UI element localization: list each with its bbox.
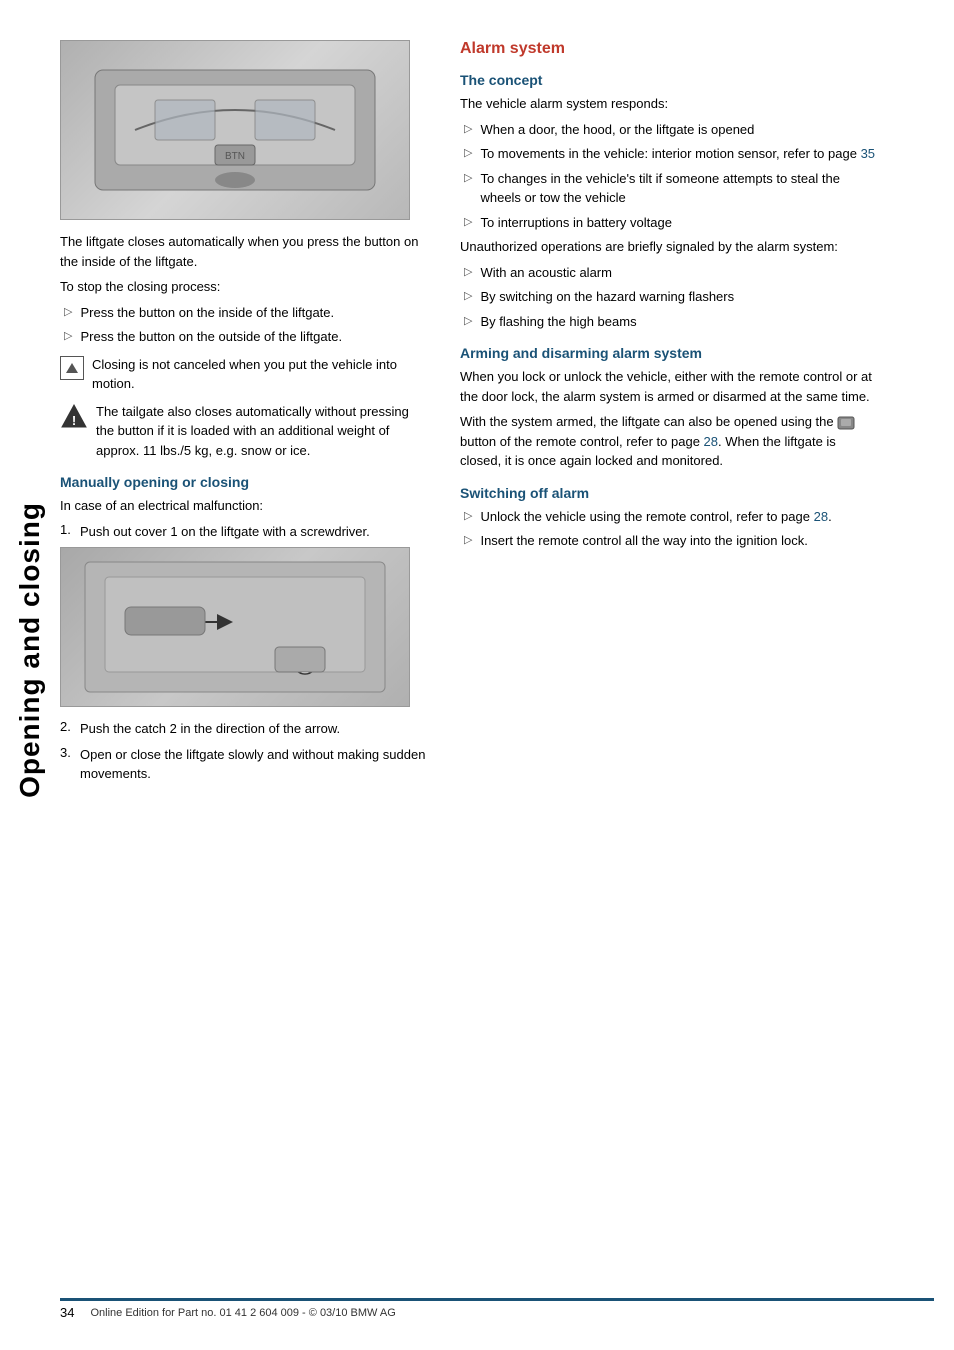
step-2: 2. Push the catch 2 in the direction of …	[60, 719, 430, 739]
signal-bullet-text-3: By flashing the high beams	[480, 312, 636, 332]
switching-bullet-2: ▷ Insert the remote control all the way …	[460, 531, 880, 551]
page-number: 34	[60, 1305, 74, 1320]
note-text-1: Closing is not canceled when you put the…	[92, 355, 430, 394]
concept-bullet-2: ▷ To movements in the vehicle: interior …	[460, 144, 880, 164]
arming-text-2: With the system armed, the liftgate can …	[460, 412, 880, 471]
warning-icon-1: !	[60, 402, 88, 430]
concept-bullet-icon-2: ▷	[464, 146, 472, 159]
step-1-num: 1.	[60, 522, 80, 542]
arming-text-1: When you lock or unlock the vehicle, eit…	[460, 367, 880, 406]
step-2-num: 2.	[60, 719, 80, 739]
signal-bullet-text-1: With an acoustic alarm	[480, 263, 612, 283]
concept-bullet-text-2: To movements in the vehicle: interior mo…	[480, 144, 875, 164]
step-3: 3. Open or close the liftgate slowly and…	[60, 745, 430, 784]
signal-bullet-text-2: By switching on the hazard warning flash…	[480, 287, 734, 307]
step-3-num: 3.	[60, 745, 80, 784]
bullet-item-1: ▷ Press the button on the inside of the …	[60, 303, 430, 323]
concept-bullet-icon-3: ▷	[464, 171, 472, 184]
bullet-icon-2: ▷	[64, 329, 72, 342]
concept-bullet-text-4: To interruptions in battery voltage	[480, 213, 672, 233]
switching-bullet-1: ▷ Unlock the vehicle using the remote co…	[460, 507, 880, 527]
switching-bullet-icon-2: ▷	[464, 533, 472, 546]
liftgate-image-bottom: 2 1	[60, 547, 410, 707]
step-1: 1. Push out cover 1 on the liftgate with…	[60, 522, 430, 542]
concept-bullet-4: ▷ To interruptions in battery voltage	[460, 213, 880, 233]
page-ref-28-arm[interactable]: 28	[704, 434, 718, 449]
concept-bullet-text-1: When a door, the hood, or the liftgate i…	[480, 120, 754, 140]
bullet-text-2: Press the button on the outside of the l…	[80, 327, 342, 347]
footer-text: Online Edition for Part no. 01 41 2 604 …	[90, 1307, 395, 1319]
main-content: BTN The liftgate closes automatically wh…	[60, 40, 940, 790]
note-triangle-icon	[66, 363, 78, 373]
page-container: Opening and closing	[0, 0, 954, 1350]
signal-bullet-icon-3: ▷	[464, 314, 472, 327]
remote-button-icon	[837, 416, 855, 430]
alarm-heading: Alarm system	[460, 40, 880, 58]
stop-process-label: To stop the closing process:	[60, 277, 430, 297]
note-icon-1	[60, 356, 84, 380]
concept-bullet-3: ▷ To changes in the vehicle's tilt if so…	[460, 169, 880, 208]
bullet-item-2: ▷ Press the button on the outside of the…	[60, 327, 430, 347]
switching-heading: Switching off alarm	[460, 485, 880, 501]
liftgate-image-content: BTN	[61, 41, 409, 219]
svg-text:BTN: BTN	[225, 151, 245, 162]
warning-triangle-svg: !	[60, 403, 88, 429]
signal-bullet-icon-1: ▷	[464, 265, 472, 278]
step-2-text: Push the catch 2 in the direction of the…	[80, 719, 340, 739]
car-top-svg: BTN	[75, 50, 395, 210]
signal-bullet-1: ▷ With an acoustic alarm	[460, 263, 880, 283]
signal-bullet-icon-2: ▷	[464, 289, 472, 302]
note-box-1: Closing is not canceled when you put the…	[60, 355, 430, 394]
step-1-text: Push out cover 1 on the liftgate with a …	[80, 522, 370, 542]
concept-bullet-1: ▷ When a door, the hood, or the liftgate…	[460, 120, 880, 140]
concept-bullet-icon-4: ▷	[464, 215, 472, 228]
left-column: BTN The liftgate closes automatically wh…	[60, 40, 450, 790]
liftgate-image-top: BTN	[60, 40, 410, 220]
signal-bullet-2: ▷ By switching on the hazard warning fla…	[460, 287, 880, 307]
unauthorized-text: Unauthorized operations are briefly sign…	[460, 237, 880, 257]
manual-heading: Manually opening or closing	[60, 474, 430, 490]
sidebar: Opening and closing	[0, 0, 60, 1300]
right-column: Alarm system The concept The vehicle ala…	[450, 40, 880, 790]
bullet-icon-1: ▷	[64, 305, 72, 318]
page-footer: 34 Online Edition for Part no. 01 41 2 6…	[60, 1298, 934, 1320]
switching-bullet-text-2: Insert the remote control all the way in…	[480, 531, 807, 551]
page-ref-35[interactable]: 35	[861, 146, 875, 161]
svg-text:!: !	[72, 413, 76, 428]
liftgate-bottom-svg: 2 1	[75, 552, 395, 702]
step-3-text: Open or close the liftgate slowly and wi…	[80, 745, 430, 784]
concept-bullet-text-3: To changes in the vehicle's tilt if some…	[480, 169, 880, 208]
page-ref-28-switch[interactable]: 28	[814, 509, 828, 524]
concept-intro: The vehicle alarm system responds:	[460, 94, 880, 114]
switching-bullet-text-1: Unlock the vehicle using the remote cont…	[480, 507, 831, 527]
arming-heading: Arming and disarming alarm system	[460, 345, 880, 361]
concept-bullet-icon-1: ▷	[464, 122, 472, 135]
signal-bullet-3: ▷ By flashing the high beams	[460, 312, 880, 332]
liftgate-desc: The liftgate closes automatically when y…	[60, 232, 430, 271]
sidebar-label: Opening and closing	[14, 502, 46, 798]
manual-intro: In case of an electrical malfunction:	[60, 496, 430, 516]
warning-text-1: The tailgate also closes automatically w…	[96, 402, 430, 461]
concept-heading: The concept	[460, 72, 880, 88]
bullet-text-1: Press the button on the inside of the li…	[80, 303, 334, 323]
liftgate-image-bottom-content: 2 1	[61, 548, 409, 706]
switching-bullet-icon-1: ▷	[464, 509, 472, 522]
warning-box-1: ! The tailgate also closes automatically…	[60, 402, 430, 461]
